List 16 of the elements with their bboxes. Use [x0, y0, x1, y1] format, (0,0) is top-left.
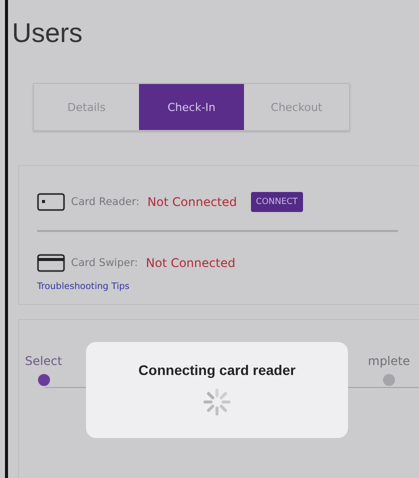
device-label: Card Swiper:	[71, 257, 138, 269]
troubleshooting-link[interactable]: Troubleshooting Tips	[37, 282, 419, 292]
step-dot[interactable]	[38, 374, 50, 386]
device-status: Not Connected	[146, 256, 236, 270]
tab[interactable]: Check-In	[139, 84, 244, 130]
device-label: Card Reader:	[71, 196, 140, 208]
connect-button[interactable]: CONNECT	[250, 192, 303, 212]
dialog-message: Connecting card reader	[138, 362, 296, 378]
card-reader-icon	[37, 193, 65, 211]
page-title: Users	[12, 18, 84, 49]
step-label: mplete	[368, 354, 410, 368]
device-status: Not Connected	[147, 195, 237, 209]
step-label: Select	[25, 354, 62, 368]
loading-spinner-icon	[203, 388, 231, 416]
step-dot[interactable]	[382, 374, 395, 386]
credit-card-icon	[37, 254, 65, 272]
